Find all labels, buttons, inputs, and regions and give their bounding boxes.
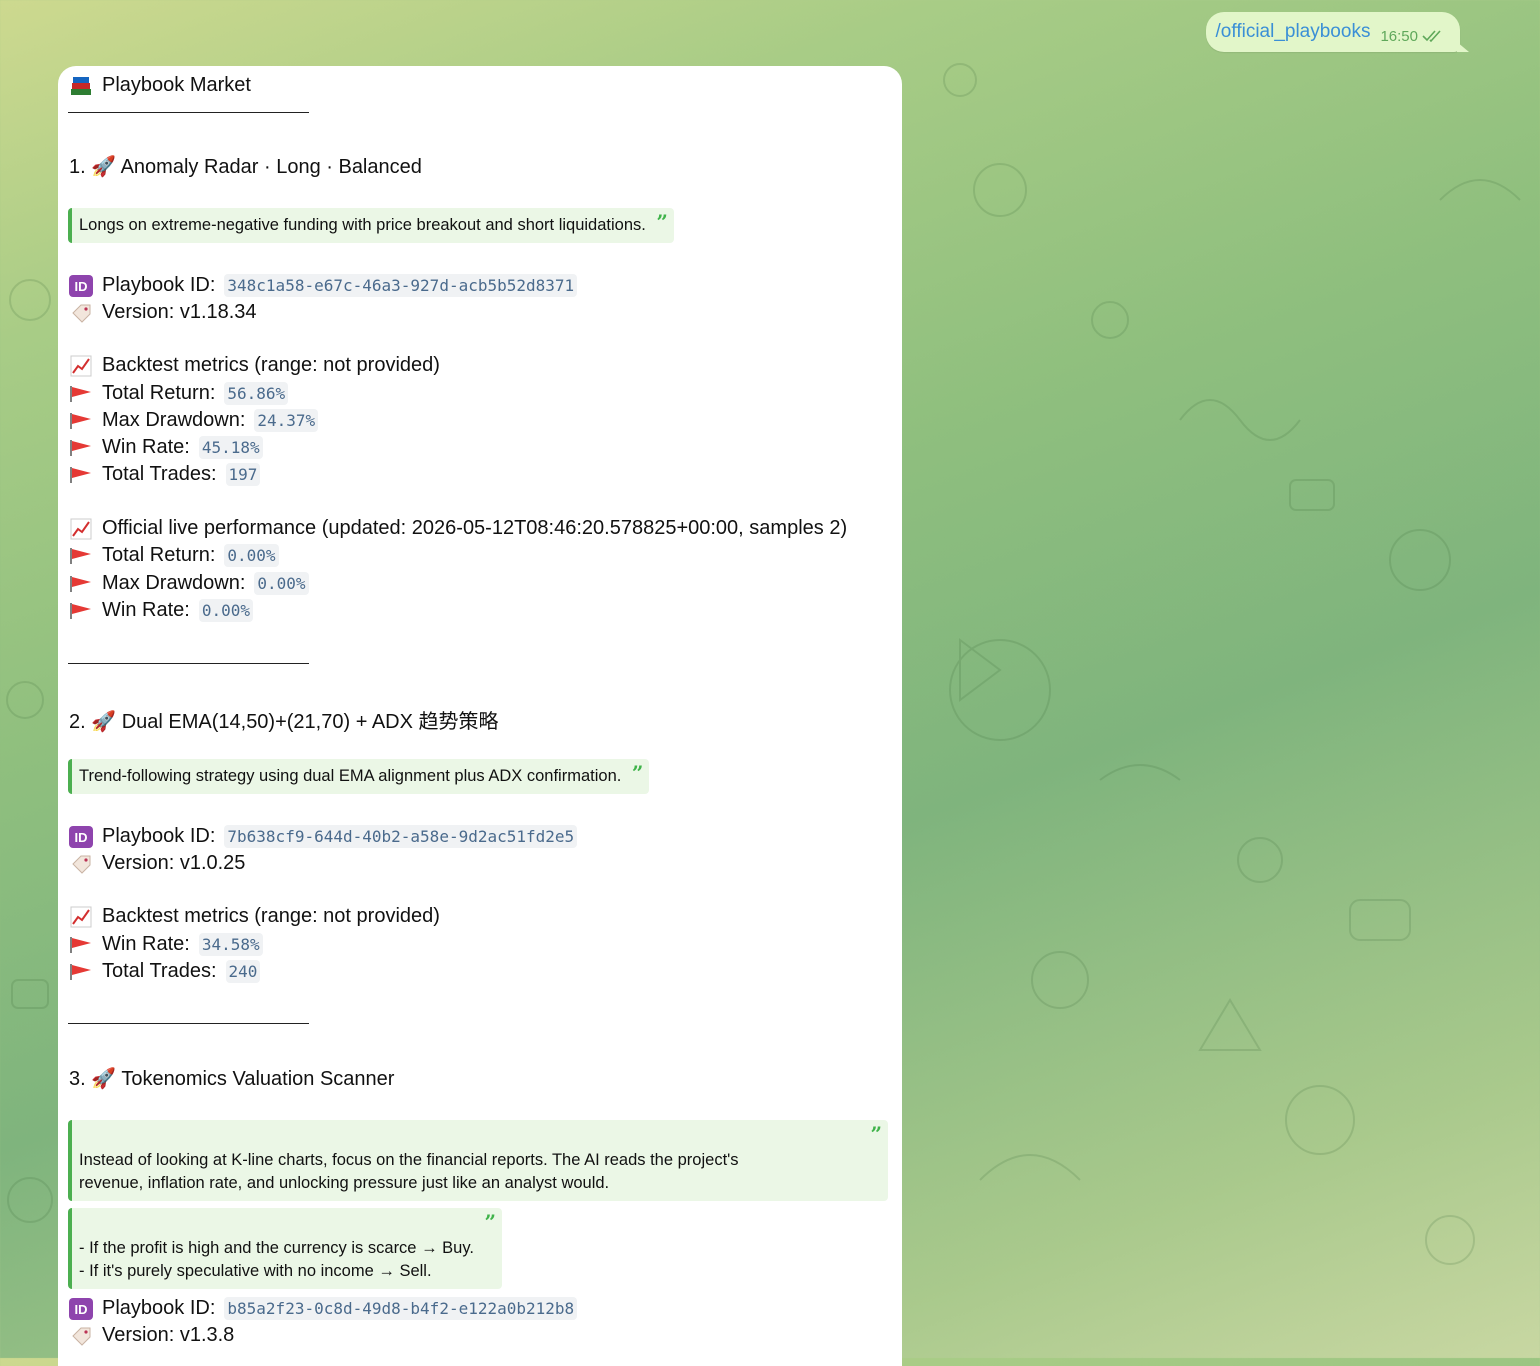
red-flag-icon (69, 545, 93, 567)
quote-icon: ” (631, 761, 644, 785)
playbook-title: 3. 🚀 Tokenomics Valuation Scanner (69, 1068, 395, 1090)
metric-row: Win Rate: 0.00% (69, 599, 253, 622)
divider (68, 1023, 309, 1024)
quote-icon: ” (656, 210, 668, 234)
playbook-id-code[interactable]: b85a2f23-0c8d-49d8-b4f2-e122a0b212b8 (224, 1297, 578, 1320)
playbook-id-code[interactable]: 7b638cf9-644d-40b2-a58e-9d2ac51fd2e5 (224, 825, 578, 848)
outgoing-message-bubble[interactable]: /official_playbooks 16:50 (1205, 12, 1469, 52)
metric-row: Max Drawdown: 24.37% (69, 409, 319, 432)
svg-text:ID: ID (75, 830, 88, 845)
message-time: 16:50 (1380, 27, 1418, 45)
playbook-market-message: Playbook Market 1. 🚀 Anomaly Radar · Lon… (58, 66, 902, 1366)
message-meta: 16:50 (1380, 28, 1444, 45)
quote-icon: ” (870, 1122, 882, 1146)
red-flag-icon (69, 573, 93, 595)
description-quote: Instead of looking at K-line charts, foc… (68, 1120, 888, 1201)
chart-increasing-icon (69, 906, 93, 928)
live-header: Official live performance (updated: 2026… (69, 517, 847, 540)
metric-row: Total Trades: 240 (69, 960, 261, 983)
command-link[interactable]: /official_playbooks (1216, 21, 1371, 43)
metric-row: Win Rate: 34.58% (69, 933, 263, 956)
description-quote: Longs on extreme-negative funding with p… (68, 208, 674, 243)
version-row: Version: v1.3.8 (69, 1324, 234, 1347)
tag-icon (69, 853, 93, 875)
svg-text:ID: ID (75, 1302, 88, 1317)
rules-quote: - If the profit is high and the currency… (68, 1208, 502, 1289)
id-icon: ID (69, 1297, 93, 1320)
backtest-header: Backtest metrics (range: not provided) (69, 354, 440, 377)
divider (68, 663, 309, 664)
double-check-icon (1422, 30, 1441, 43)
id-icon: ID (69, 825, 93, 848)
tag-icon (69, 302, 93, 324)
bubble-tail (1457, 42, 1469, 52)
metric-row: Total Return: 56.86% (69, 382, 289, 405)
playbook-id-row: ID Playbook ID: 7b638cf9-644d-40b2-a58e-… (69, 825, 578, 848)
description-quote: Trend-following strategy using dual EMA … (68, 759, 650, 794)
tag-icon (69, 1325, 93, 1347)
red-flag-icon (69, 464, 93, 486)
page-title: Playbook Market (102, 74, 251, 96)
metric-row: Total Return: 0.00% (69, 544, 279, 567)
playbook-id-row: ID Playbook ID: b85a2f23-0c8d-49d8-b4f2-… (69, 1297, 578, 1320)
quote-icon: ” (484, 1210, 496, 1234)
backtest-header: Backtest metrics (range: not provided) (69, 905, 440, 928)
playbook-title: 1. 🚀 Anomaly Radar · Long · Balanced (69, 156, 422, 178)
red-flag-icon (69, 961, 93, 983)
books-icon (69, 75, 93, 97)
playbook-id-row: ID Playbook ID: 348c1a58-e67c-46a3-927d-… (69, 274, 578, 297)
playbook-title: 2. 🚀 Dual EMA(14,50)+(21,70) + ADX 趋势策略 (69, 711, 499, 733)
metric-row: Win Rate: 45.18% (69, 436, 263, 459)
svg-text:ID: ID (75, 279, 88, 294)
red-flag-icon (69, 600, 93, 622)
playbook-id-code[interactable]: 348c1a58-e67c-46a3-927d-acb5b52d8371 (224, 274, 578, 297)
red-flag-icon (69, 383, 93, 405)
metric-row: Total Trades: 197 (69, 463, 261, 486)
red-flag-icon (69, 934, 93, 956)
divider (68, 112, 309, 113)
chart-increasing-icon (69, 355, 93, 377)
version-row: Version: v1.0.25 (69, 852, 245, 875)
id-icon: ID (69, 274, 93, 297)
header-row: Playbook Market (69, 74, 251, 97)
version-row: Version: v1.18.34 (69, 301, 257, 324)
metric-row: Max Drawdown: 0.00% (69, 572, 309, 595)
red-flag-icon (69, 437, 93, 459)
red-flag-icon (69, 410, 93, 432)
chart-increasing-icon (69, 518, 93, 540)
